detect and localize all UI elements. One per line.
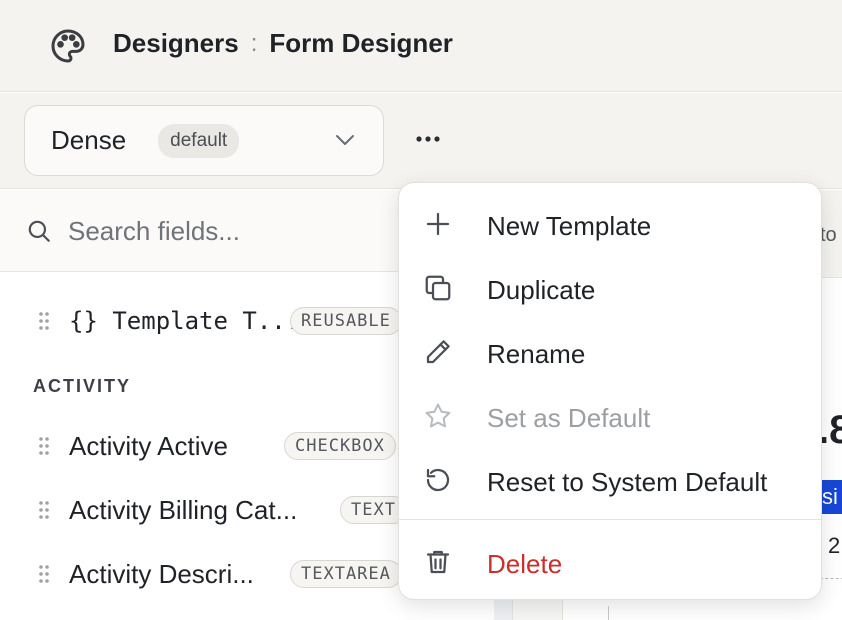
designer-toolbar: Dense default [0,93,842,189]
breadcrumb: Designers : Form Designer [113,28,453,59]
preview-tick [608,606,609,620]
drag-handle-icon[interactable] [37,435,51,457]
field-type-badge: TEXTAREA [290,560,402,588]
menu-divider [399,519,823,520]
menu-item-label: Set as Default [487,403,651,433]
field-type-badge: REUSABLE [290,307,402,335]
field-label: {} Template T... [69,307,301,335]
menu-item-label: Delete [487,549,563,579]
app-header: Designers : Form Designer [0,0,842,92]
trash-icon [426,550,450,574]
preview-partial-number: 2 [828,533,841,558]
menu-item-reset-default[interactable]: Reset to System Default [399,447,823,511]
template-actions-menu: New Template Duplicate Rename Set as Def… [398,182,823,600]
ellipsis-icon[interactable] [410,125,446,153]
section-heading: ACTIVITY [33,376,132,396]
palette-icon [51,29,85,63]
default-badge: default [158,123,240,158]
menu-item-label: Rename [487,339,586,369]
menu-item-set-default[interactable]: Set as Default [399,383,823,447]
menu-item-duplicate[interactable]: Duplicate [399,255,823,319]
drag-handle-icon[interactable] [37,310,51,332]
search-input[interactable] [68,210,398,252]
star-icon [425,403,451,428]
menu-item-label: Duplicate [487,275,596,305]
search-icon [28,220,50,242]
preview-divider [820,578,842,579]
menu-item-label: New Template [487,211,652,241]
drag-handle-icon[interactable] [37,499,51,521]
menu-item-delete[interactable]: Delete [399,529,823,593]
copy-icon [425,275,451,301]
reset-icon [426,468,450,492]
menu-item-new-template[interactable]: New Template [399,191,823,255]
field-type-badge: TEXT [340,496,407,524]
field-label: Activity Billing Cat... [69,494,298,525]
drag-handle-icon[interactable] [37,563,51,585]
template-select[interactable]: Dense default [24,105,384,176]
chevron-down-icon [336,135,354,145]
breadcrumb-designers[interactable]: Designers [113,28,239,59]
field-label: Activity Active [69,430,228,461]
field-type-badge: CHECKBOX [284,432,396,460]
plus-icon [426,212,450,236]
menu-item-rename[interactable]: Rename [399,319,823,383]
breadcrumb-separator: : [250,29,258,57]
pencil-icon [426,340,450,364]
menu-item-label: Reset to System Default [487,467,768,497]
preview-partial-highlight: si [820,480,842,514]
field-label: Activity Descri... [69,558,254,589]
breadcrumb-form-designer: Form Designer [269,28,453,58]
template-name: Dense [51,125,127,155]
